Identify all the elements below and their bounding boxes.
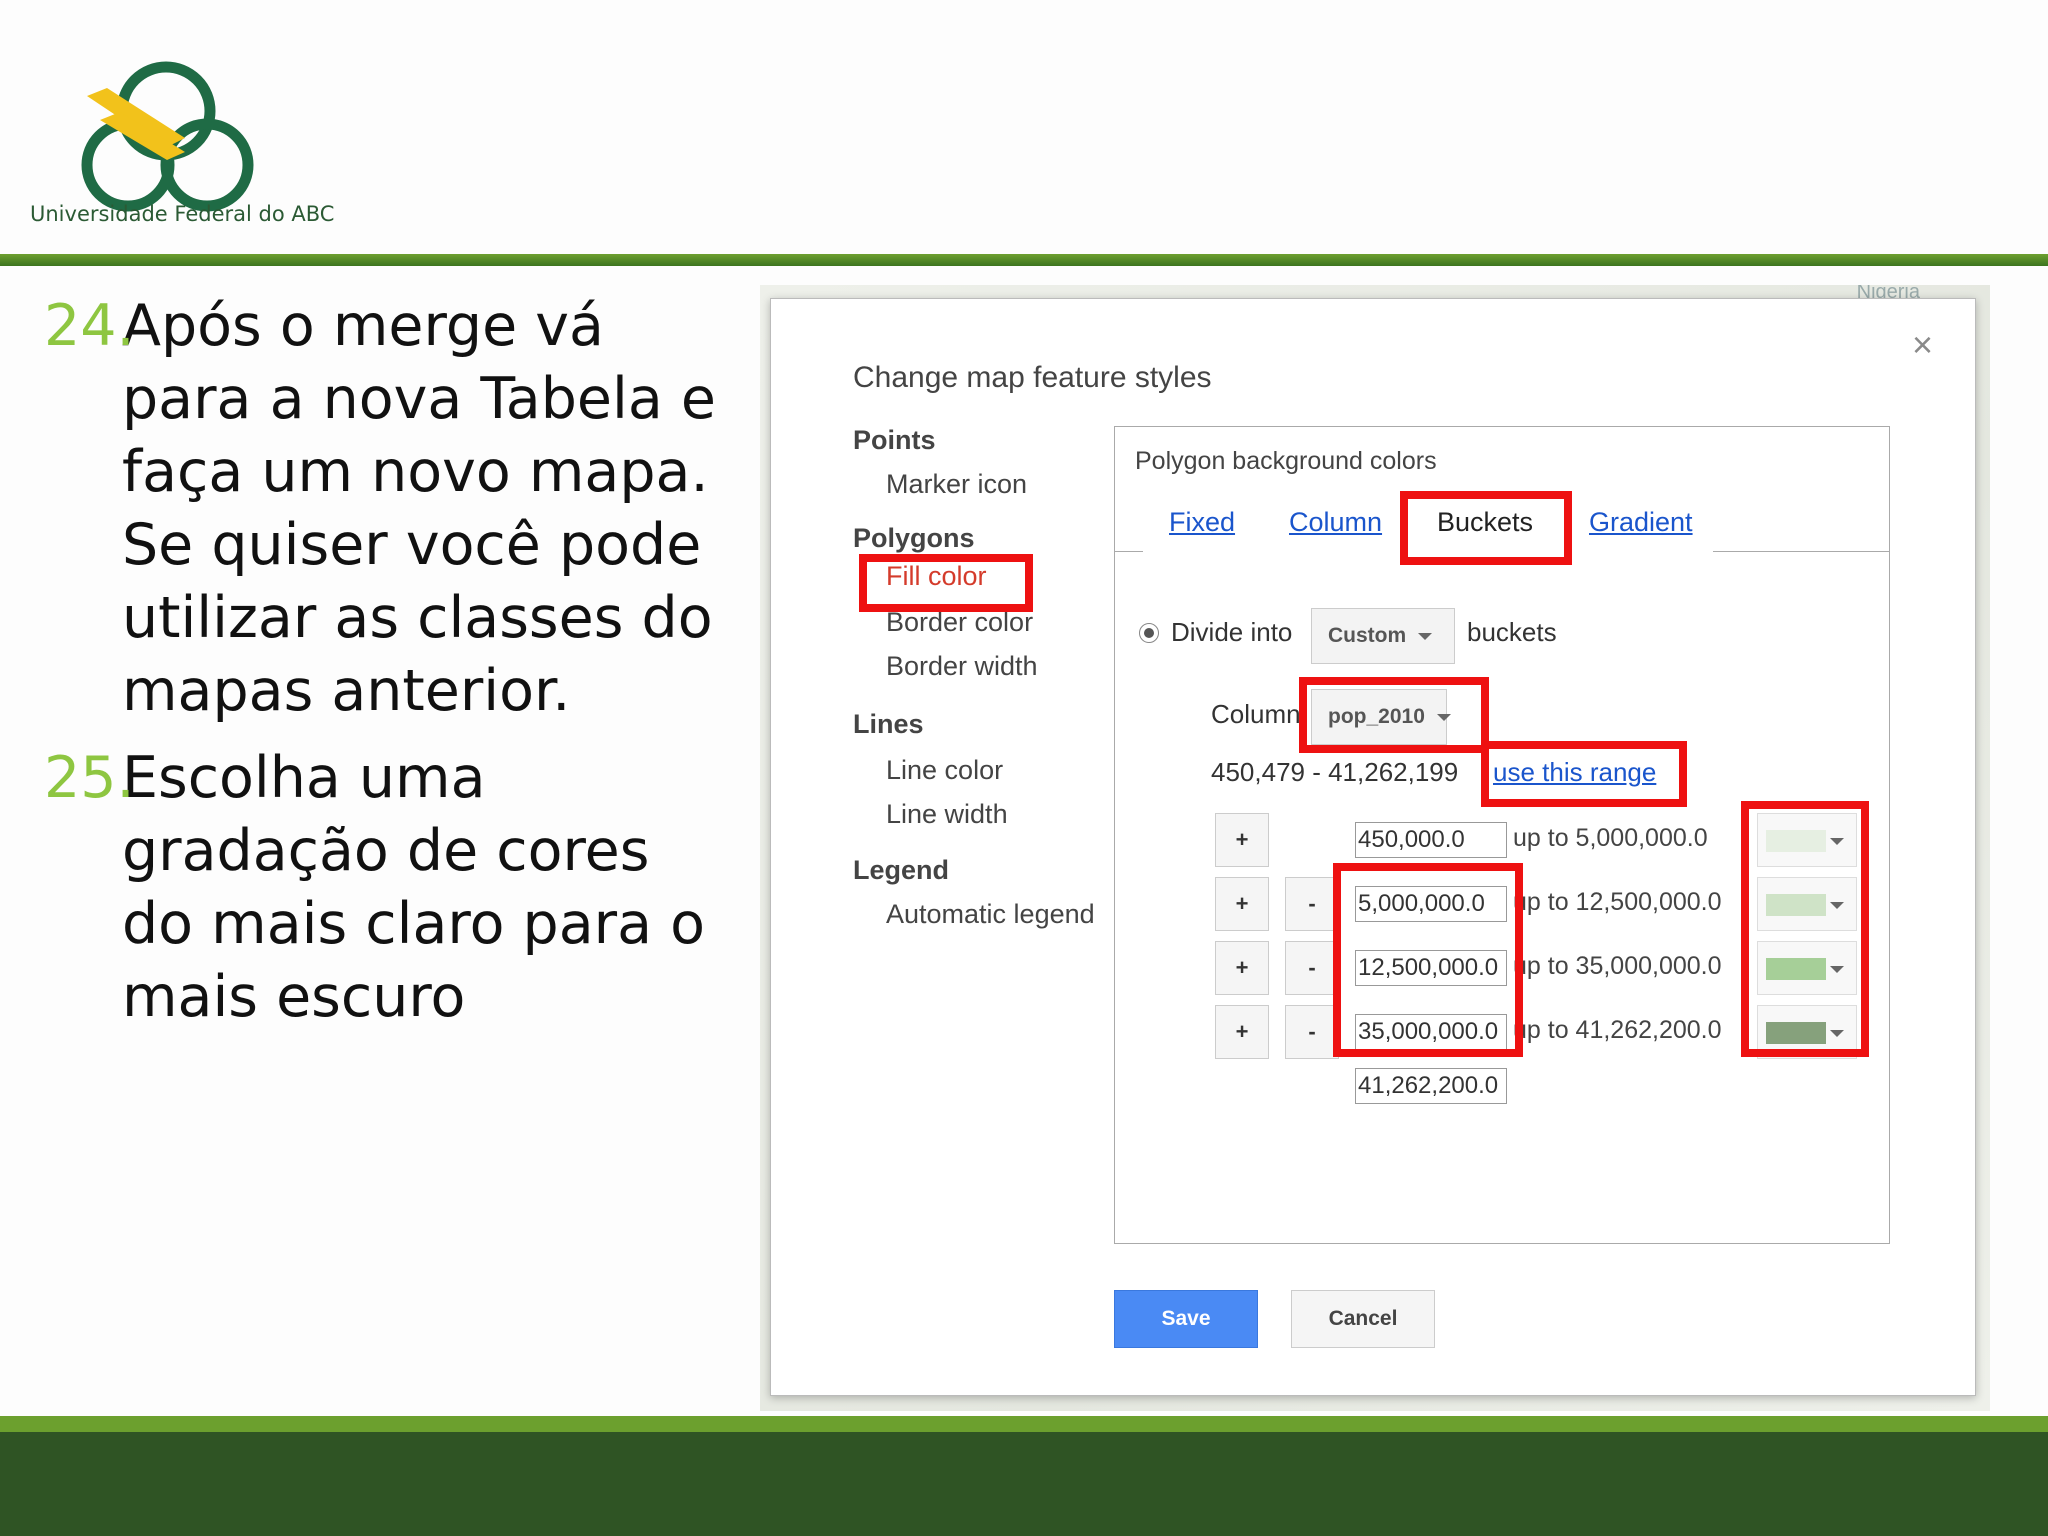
step-line: gradação de cores <box>122 818 650 884</box>
step-line: do mais claro para o <box>122 891 706 957</box>
bucket-count-value: Custom <box>1328 624 1407 647</box>
remove-bucket-button[interactable]: - <box>1285 1005 1339 1059</box>
cancel-button[interactable]: Cancel <box>1291 1290 1435 1348</box>
save-button[interactable]: Save <box>1114 1290 1258 1348</box>
step-line: mapas anterior. <box>122 658 571 724</box>
buckets-label: buckets <box>1467 617 1557 647</box>
nav-group-lines: Lines <box>853 709 924 739</box>
add-bucket-button[interactable]: + <box>1215 813 1269 867</box>
tab-underline <box>1115 551 1143 552</box>
column-label: Column <box>1211 699 1301 729</box>
highlight-use-range <box>1481 741 1687 807</box>
step-line: mais escuro <box>122 964 466 1030</box>
tab-underline <box>1713 551 1889 552</box>
logo-text: Universidade Federal do ABC <box>30 202 335 226</box>
step-number: 25. <box>44 745 135 811</box>
highlight-bucket-colors <box>1741 801 1869 1057</box>
step-25: 25. Escolha uma gradação de cores do mai… <box>44 742 744 1034</box>
screenshot: Nigeria × Change map feature styles Poin… <box>760 285 1990 1411</box>
add-bucket-button[interactable]: + <box>1215 1005 1269 1059</box>
dialog-title: Change map feature styles <box>853 361 1212 394</box>
nav-item-automatic-legend[interactable]: Automatic legend <box>886 899 1095 930</box>
close-icon[interactable]: × <box>1912 327 1933 363</box>
step-line: Após o merge vá <box>122 293 604 359</box>
bucket-upto-label: up to 35,000,000.0 <box>1513 952 1722 980</box>
bucket-upto-label: up to 41,262,200.0 <box>1513 1016 1722 1044</box>
panel-title: Polygon background colors <box>1135 447 1437 475</box>
tab-fixed[interactable]: Fixed <box>1169 507 1235 538</box>
remove-bucket-button[interactable]: - <box>1285 941 1339 995</box>
bucket-count-select[interactable]: Custom <box>1311 608 1455 664</box>
step-line: para a nova Tabela e <box>122 366 716 432</box>
divide-radio[interactable] <box>1139 623 1159 643</box>
step-line: Se quiser você pode <box>122 512 702 578</box>
nav-group-legend: Legend <box>853 855 950 885</box>
nav-group-polygons: Polygons <box>853 523 975 553</box>
nav-group-points: Points <box>853 425 936 455</box>
tab-column[interactable]: Column <box>1289 507 1382 538</box>
step-line: utilizar as classes do <box>122 585 713 651</box>
remove-bucket-button[interactable]: - <box>1285 877 1339 931</box>
nav-item-line-color[interactable]: Line color <box>886 755 1003 786</box>
nav-item-line-width[interactable]: Line width <box>886 799 1008 830</box>
nav-item-marker-icon[interactable]: Marker icon <box>886 469 1027 500</box>
highlight-buckets-tab <box>1400 491 1572 565</box>
highlight-column-select <box>1299 677 1489 753</box>
divide-into-label: Divide into <box>1171 617 1293 647</box>
highlight-bucket-values <box>1333 863 1523 1057</box>
nav-item-border-width[interactable]: Border width <box>886 651 1038 682</box>
highlight-fill-color <box>859 554 1033 612</box>
footer-band-light <box>0 1416 2048 1432</box>
header-divider <box>0 254 2048 266</box>
step-24: 24. Após o merge vá para a nova Tabela e… <box>44 290 744 728</box>
step-line: faça um novo mapa. <box>122 439 709 505</box>
add-bucket-button[interactable]: + <box>1215 941 1269 995</box>
bucket-max-input[interactable]: 41,262,200.0 <box>1355 1068 1507 1104</box>
step-line: Escolha uma <box>122 745 486 811</box>
add-bucket-button[interactable]: + <box>1215 877 1269 931</box>
bucket-from-input[interactable]: 450,000.0 <box>1355 822 1507 858</box>
footer-band-dark <box>0 1432 2048 1536</box>
polygon-colors-panel: Polygon background colors Fixed Column B… <box>1114 426 1890 1244</box>
range-text: 450,479 - 41,262,199 <box>1211 757 1459 787</box>
style-dialog: × Change map feature styles Points Marke… <box>770 298 1976 1396</box>
tab-gradient[interactable]: Gradient <box>1589 507 1693 538</box>
instructions: 24. Após o merge vá para a nova Tabela e… <box>44 290 744 1048</box>
bucket-upto-label: up to 12,500,000.0 <box>1513 888 1722 916</box>
bucket-upto-label: up to 5,000,000.0 <box>1513 824 1708 852</box>
chevron-down-icon <box>1418 632 1433 640</box>
step-number: 24. <box>44 293 135 359</box>
